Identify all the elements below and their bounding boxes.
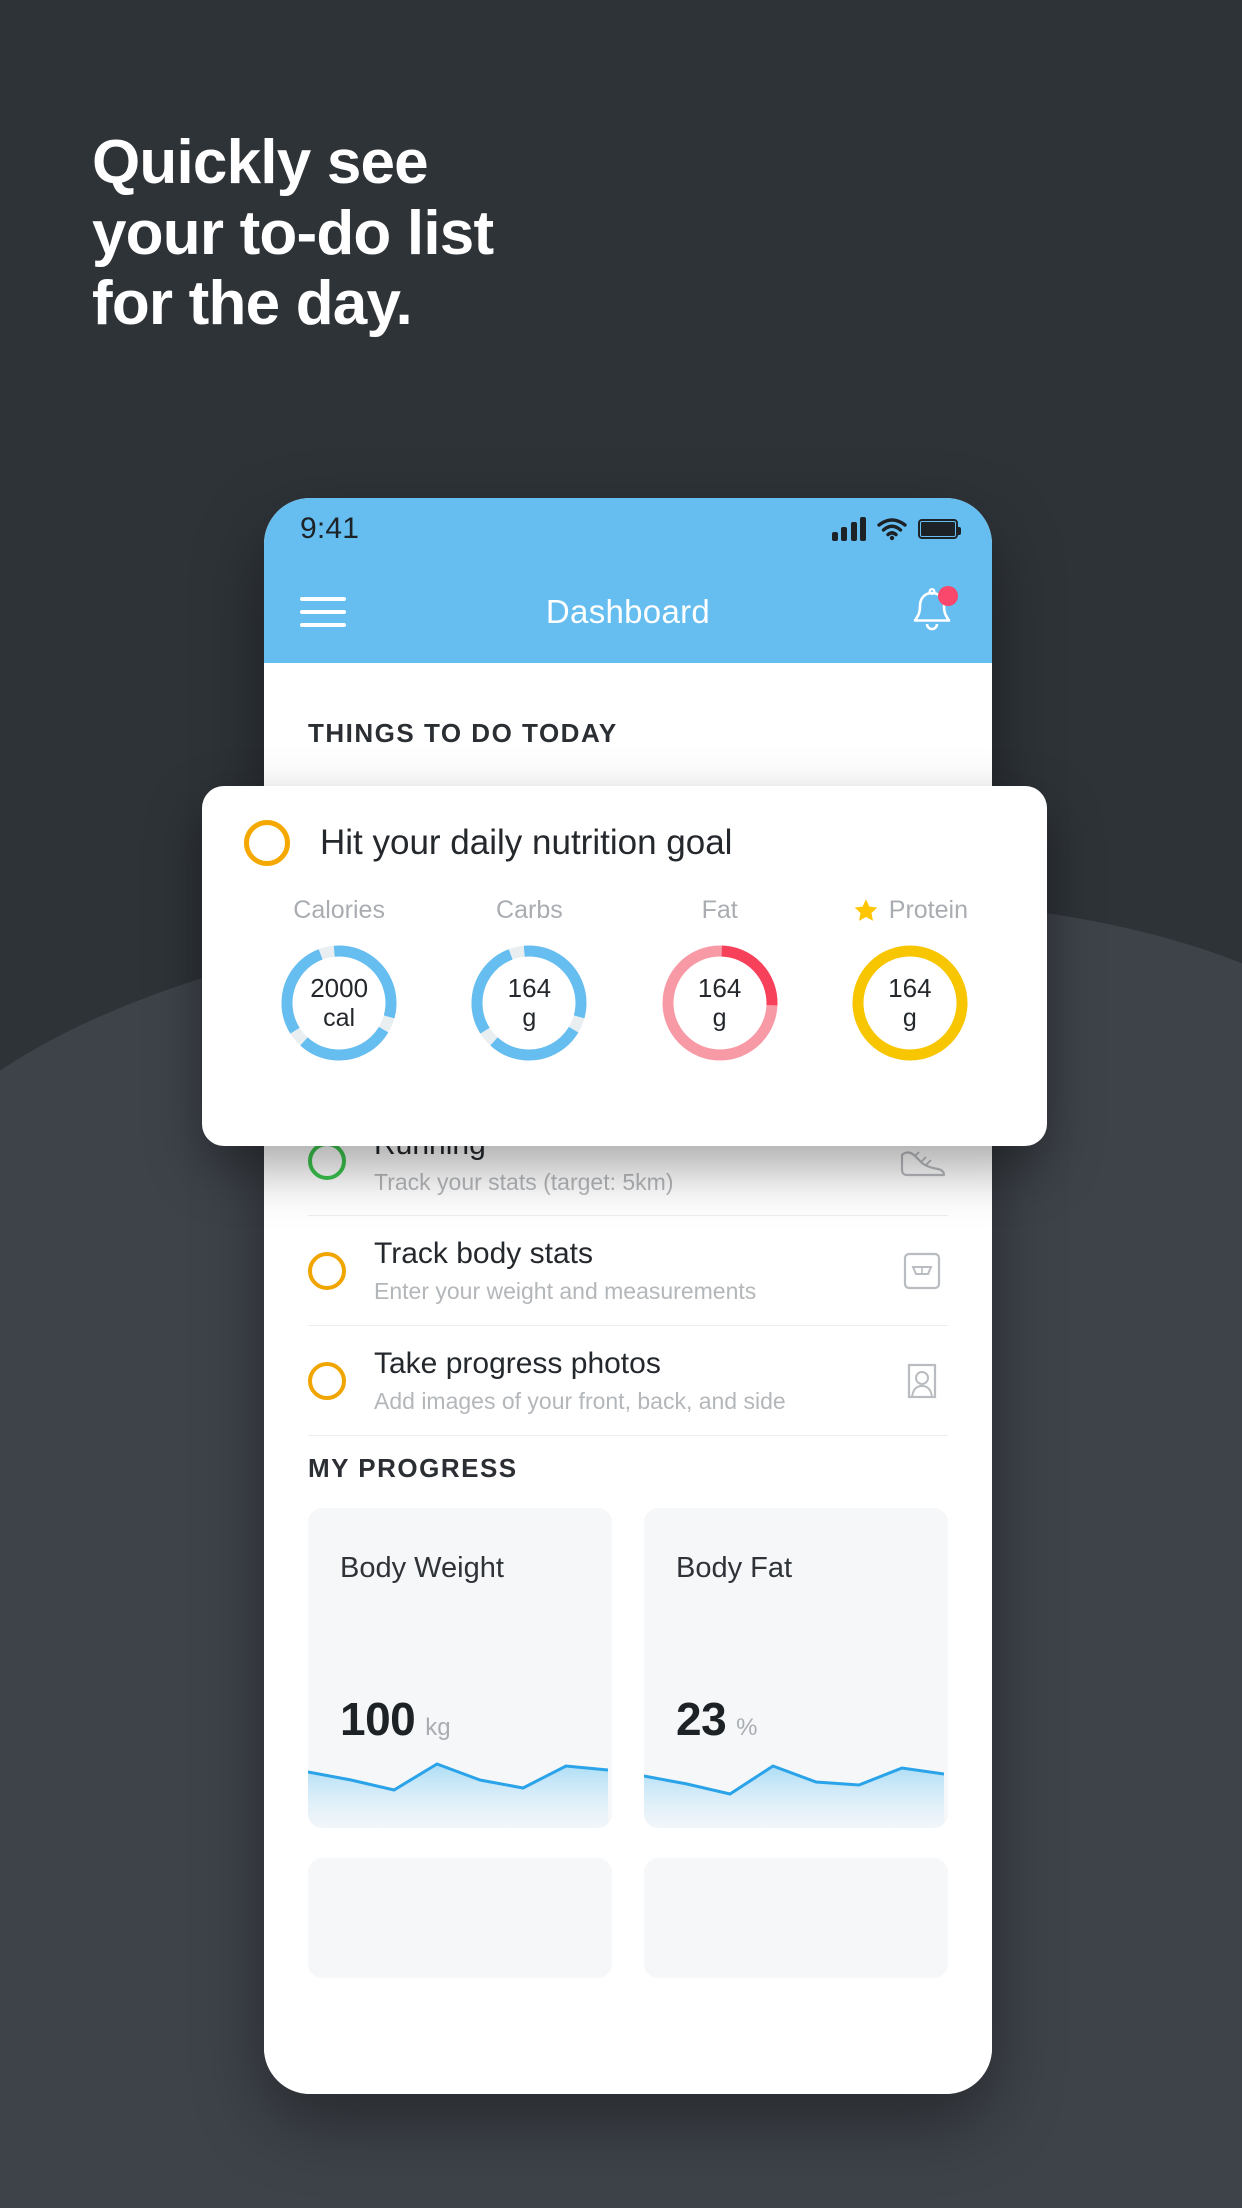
progress-card-body-fat[interactable]: Body Fat 23 % [644,1508,948,1828]
macro-label-group: Protein [852,896,968,925]
todo-title: Track body stats [374,1237,593,1270]
macro-value: 164 [507,973,552,1004]
star-icon [854,898,878,921]
calories-donut: 2000 cal [275,939,403,1067]
circle-unchecked-icon[interactable] [308,1142,346,1180]
macro-calories[interactable]: Calories 2000 cal [244,896,434,1067]
macro-unit: g [522,1003,537,1032]
protein-donut: 164 g [846,939,974,1067]
weight-scale-icon [903,1252,941,1289]
progress-card-partial[interactable] [308,1858,612,1978]
app-top-bar: 9:41 Dashboard [264,498,992,663]
progress-card-body-weight[interactable]: Body Weight 100 kg [308,1508,612,1828]
wifi-icon [877,518,907,541]
todo-item-body-stats[interactable]: Track body stats Enter your weight and m… [308,1216,948,1326]
promo-screenshot: Quickly see your to-do list for the day.… [0,0,1242,2208]
circle-unchecked-icon[interactable] [308,1251,346,1290]
promo-headline: Quickly see your to-do list for the day. [92,128,494,339]
status-time: 9:41 [300,512,360,545]
nutrition-goal-card[interactable]: Hit your daily nutrition goal Calories 2… [202,786,1047,1146]
todo-text-group: Track body stats Enter your weight and m… [374,1236,896,1305]
progress-card-partial[interactable] [644,1858,948,1978]
macro-label: Fat [701,896,738,924]
macro-carbs[interactable]: Carbs 164 g [434,896,624,1067]
circle-unchecked-icon[interactable] [308,1361,346,1400]
macro-unit: g [712,1003,727,1032]
todo-subtitle: Track your stats (target: 5km) [374,1168,674,1195]
section-title-todo: THINGS TO DO TODAY [308,718,618,748]
macro-label-group: Fat [702,896,738,925]
hamburger-menu-icon[interactable] [300,596,346,627]
macro-label-group: Calories [293,896,385,925]
nutrition-card-header: Hit your daily nutrition goal [244,820,1005,866]
macro-rings: Calories 2000 cal Carbs 164 g Fat 164 g … [244,896,1005,1067]
calories-value-group: 2000 cal [275,939,403,1067]
macro-label: Calories [293,896,385,924]
battery-full-icon [918,519,961,539]
photo-person-icon [907,1363,937,1398]
phone-mockup: 9:41 Dashboard THINGS TO DO TODAY Track … [264,498,992,2094]
todo-subtitle: Enter your weight and measurements [374,1278,757,1304]
circle-unchecked-icon[interactable] [244,820,290,866]
body-fat-sparkline [644,1764,944,1828]
todo-item-progress-photos[interactable]: Take progress photos Add images of your … [308,1326,948,1436]
macro-label: Carbs [496,896,563,924]
section-title-progress: MY PROGRESS [308,1453,518,1483]
notification-badge [938,585,958,606]
macro-fat[interactable]: Fat 164 g [625,896,815,1067]
status-bar: 9:41 [264,498,992,560]
carbs-donut: 164 g [465,939,593,1067]
body-weight-sparkline [308,1762,608,1828]
nutrition-card-title: Hit your daily nutrition goal [320,823,733,862]
macro-value: 164 [697,973,742,1004]
page-title: Dashboard [545,592,711,630]
nav-bar: Dashboard [264,560,992,663]
progress-card-label: Body Fat [676,1552,793,1584]
macro-label: Protein [888,896,968,924]
progress-card-label: Body Weight [340,1552,504,1584]
status-icons [831,517,961,541]
todo-text-group: Take progress photos Add images of your … [374,1346,896,1415]
signal-bars-icon [831,517,866,541]
todo-title: Take progress photos [374,1347,661,1380]
macro-protein[interactable]: Protein 164 g [815,896,1005,1067]
progress-cards-row2 [308,1858,948,1978]
macro-unit: g [902,1003,917,1032]
carbs-value-group: 164 g [465,939,593,1067]
macro-value: 164 [888,973,932,1004]
progress-cards: Body Weight 100 kg Body Fat 23 % [308,1508,948,1828]
fat-donut: 164 g [656,939,784,1067]
macro-value: 2000 [310,973,369,1004]
todo-subtitle: Add images of your front, back, and side [374,1388,786,1414]
protein-value-group: 164 g [846,939,974,1067]
fat-value-group: 164 g [656,939,784,1067]
macro-unit: cal [323,1003,356,1032]
notification-bell-button[interactable] [908,585,958,638]
macro-label-group: Carbs [496,896,563,925]
todo-list: Running Track your stats (target: 5km) T… [308,1106,948,1436]
